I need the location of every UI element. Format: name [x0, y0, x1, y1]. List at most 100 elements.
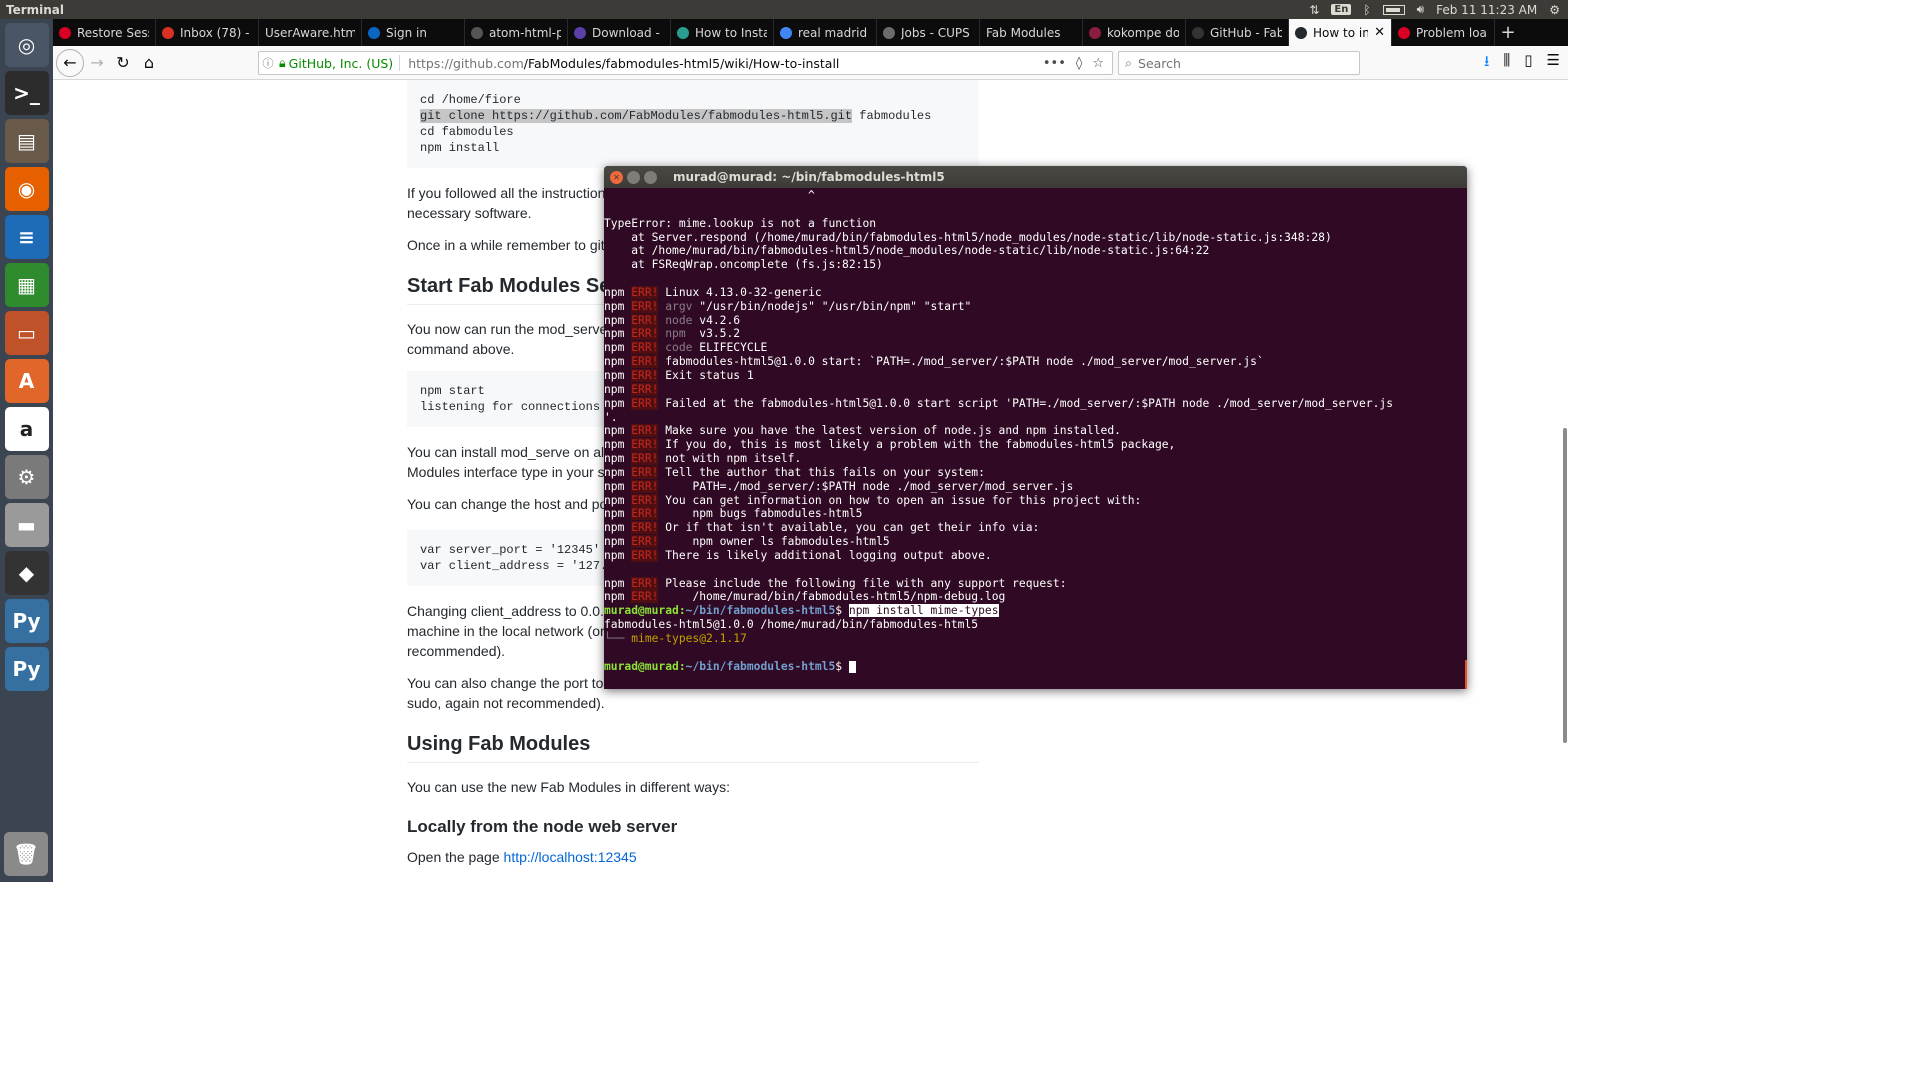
impress-icon[interactable]: ▭: [4, 311, 49, 355]
software-icon[interactable]: A: [4, 359, 49, 403]
terminal-text: Tell the author that this fails on your …: [665, 465, 985, 479]
npm-label: npm: [604, 590, 625, 604]
tab-label: Sign in: [386, 25, 427, 40]
browser-tab[interactable]: Problem loa: [1392, 19, 1495, 46]
terminal-text: at FSReqWrap.oncomplete (fs.js:82:15): [604, 258, 883, 272]
page-actions-icon[interactable]: •••: [1043, 56, 1066, 71]
terminal-text: Or if that isn't available, you can get …: [665, 521, 1040, 535]
disk-icon[interactable]: ▬: [4, 503, 49, 547]
heading-using-fab-modules: Using Fab Modules: [407, 733, 979, 763]
err-label: ERR!: [631, 452, 659, 466]
tab-favicon-icon: [162, 26, 174, 39]
back-button[interactable]: ←: [56, 48, 84, 77]
browser-tab[interactable]: Download - E: [568, 19, 671, 46]
npm-err-line: npm ERR! You can get information on how …: [604, 493, 1467, 508]
new-tab-button[interactable]: +: [1495, 19, 1521, 46]
terminal-text: $: [835, 659, 849, 673]
library-icon[interactable]: ⫼: [1503, 51, 1510, 76]
terminal-titlebar[interactable]: ✕ murad@murad: ~/bin/fabmodules-html5: [604, 166, 1467, 188]
npm-label: npm: [604, 396, 625, 410]
search-placeholder: Search: [1138, 55, 1181, 71]
close-window-icon[interactable]: ✕: [610, 170, 623, 184]
npm-label: npm: [604, 438, 625, 452]
browser-tab[interactable]: Sign in: [362, 19, 465, 46]
calc-icon[interactable]: ▦: [4, 263, 49, 307]
browser-tab[interactable]: How to ins ✕: [1289, 19, 1392, 46]
scrollbar-thumb[interactable]: [1563, 428, 1567, 743]
npm-label: npm: [604, 368, 625, 382]
settings-icon[interactable]: ⚙: [4, 455, 49, 499]
network-icon[interactable]: ⇅: [1309, 3, 1319, 17]
code-line: npm install: [420, 141, 500, 155]
terminal-line: └── mime-types@2.1.17: [604, 632, 1467, 646]
menu-hamburger-icon[interactable]: ☰: [1547, 51, 1560, 76]
url-text[interactable]: https://github.com/FabModules/fabmodules…: [400, 56, 839, 71]
terminal-text: /home/murad/bin/fabmodules-html5/npm-deb…: [665, 590, 1006, 604]
power-gear-icon[interactable]: ⚙: [1549, 3, 1560, 17]
browser-tab[interactable]: UserAware.htm: [259, 19, 362, 46]
url-bar[interactable]: ⓘ 🔒︎ GitHub, Inc. (US) https://github.co…: [258, 51, 1113, 75]
search-input[interactable]: ⌕ Search: [1118, 51, 1360, 75]
npm-label: npm: [604, 382, 625, 396]
terminal-output[interactable]: ^ TypeError: mime.lookup is not a functio…: [604, 188, 1467, 674]
terminal-text: v4.2.6: [699, 313, 741, 327]
keyboard-layout-indicator[interactable]: En: [1331, 4, 1352, 15]
browser-tab[interactable]: atom-html-p: [465, 19, 568, 46]
browser-tab[interactable]: Jobs - CUPS: [877, 19, 980, 46]
code-line: cd /home/fiore: [420, 93, 521, 107]
err-label: ERR!: [631, 590, 659, 604]
browser-tab[interactable]: Inbox (78) - n: [156, 19, 259, 46]
minimize-window-icon[interactable]: [627, 170, 640, 184]
pocket-icon[interactable]: ◊: [1076, 56, 1082, 71]
selected-text[interactable]: git clone https://github.com/FabModules/…: [420, 109, 853, 123]
localhost-link[interactable]: http://localhost:12345: [504, 849, 637, 865]
browser-tab[interactable]: Restore Sess: [53, 19, 156, 46]
site-identity[interactable]: 🔒︎ GitHub, Inc. (US): [277, 55, 401, 71]
sidebar-icon[interactable]: ▯: [1524, 51, 1532, 76]
terminal-window[interactable]: ✕ murad@murad: ~/bin/fabmodules-html5 ^ T…: [604, 166, 1467, 689]
page-scrollbar[interactable]: [1562, 80, 1568, 882]
browser-tab[interactable]: How to Insta: [671, 19, 774, 46]
npm-err-line: npm ERR! npm v3.5.2: [604, 327, 1467, 341]
bookmark-star-icon[interactable]: ☆: [1092, 56, 1104, 71]
clock[interactable]: Feb 11 11:23 AM: [1436, 3, 1537, 17]
terminal-text: ^: [604, 189, 815, 202]
python-icon[interactable]: Py: [4, 599, 49, 643]
inkscape-icon[interactable]: ◆: [4, 551, 49, 595]
amazon-icon[interactable]: a: [4, 407, 49, 451]
terminal-icon[interactable]: >_: [4, 71, 49, 115]
npm-err-line: npm ERR! Make sure you have the latest v…: [604, 424, 1467, 438]
bluetooth-icon[interactable]: ᛒ: [1363, 3, 1370, 17]
npm-err-line: npm ERR! /home/murad/bin/fabmodules-html…: [604, 590, 1467, 604]
python3-icon[interactable]: Py: [4, 647, 49, 691]
browser-tab[interactable]: Fab Modules: [980, 19, 1083, 46]
browser-tab[interactable]: real madrid l: [774, 19, 877, 46]
paragraph: Open the page http://localhost:12345: [407, 847, 979, 867]
battery-icon[interactable]: [1382, 4, 1405, 15]
heading-locally: Locally from the node web server: [407, 817, 678, 836]
reload-button[interactable]: ↻: [110, 50, 136, 76]
tab-close-icon[interactable]: ✕: [1374, 25, 1385, 40]
volume-icon[interactable]: 🔊︎: [1417, 2, 1425, 17]
browser-tab[interactable]: kokompe do: [1083, 19, 1186, 46]
terminal-text: fabmodules-html5@1.0.0 start: `PATH=./mo…: [665, 355, 1264, 369]
browser-tab[interactable]: GitHub - Fab: [1186, 19, 1289, 46]
maximize-window-icon[interactable]: [644, 170, 657, 184]
forward-button[interactable]: →: [84, 50, 110, 76]
npm-err-line: npm ERR! npm bugs fabmodules-html5: [604, 507, 1467, 521]
download-icon[interactable]: ⭳: [1484, 51, 1489, 76]
code-line: git clone https://github.com/FabModules/…: [420, 108, 966, 124]
firefox-icon[interactable]: ◉: [4, 167, 49, 211]
writer-icon[interactable]: ≡: [4, 215, 49, 259]
tab-favicon-icon: [1089, 26, 1101, 39]
files-icon[interactable]: ▤: [4, 119, 49, 163]
ubuntu-dash-icon[interactable]: ◎: [4, 23, 49, 67]
info-icon[interactable]: ⓘ: [259, 55, 277, 71]
selected-command: npm install mime-types: [848, 604, 999, 618]
tab-label: Inbox (78) - n: [180, 25, 252, 40]
npm-err-line: npm ERR! If you do, this is most likely …: [604, 438, 1467, 452]
trash-icon[interactable]: 🗑︎: [4, 832, 48, 876]
npm-err-line: npm ERR! npm owner ls fabmodules-html5: [604, 535, 1467, 549]
terminal-text: at Server.respond (/home/murad/bin/fabmo…: [604, 230, 1332, 244]
home-button[interactable]: ⌂: [136, 50, 162, 76]
